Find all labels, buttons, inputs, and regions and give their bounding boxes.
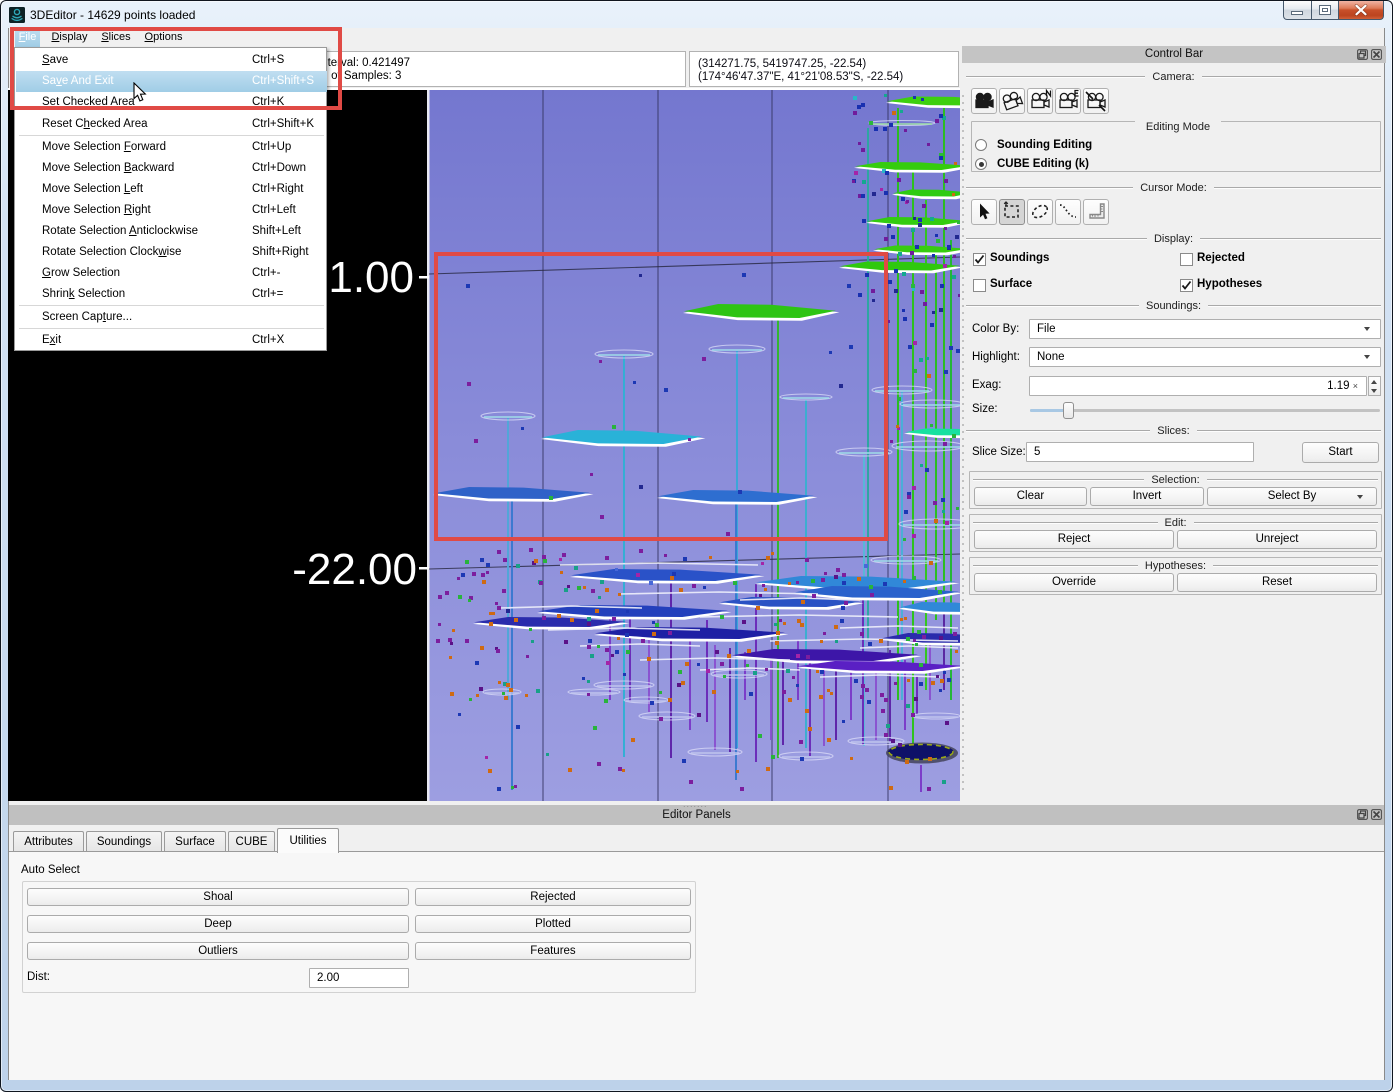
svg-text:-22.00: -22.00 bbox=[292, 545, 417, 594]
